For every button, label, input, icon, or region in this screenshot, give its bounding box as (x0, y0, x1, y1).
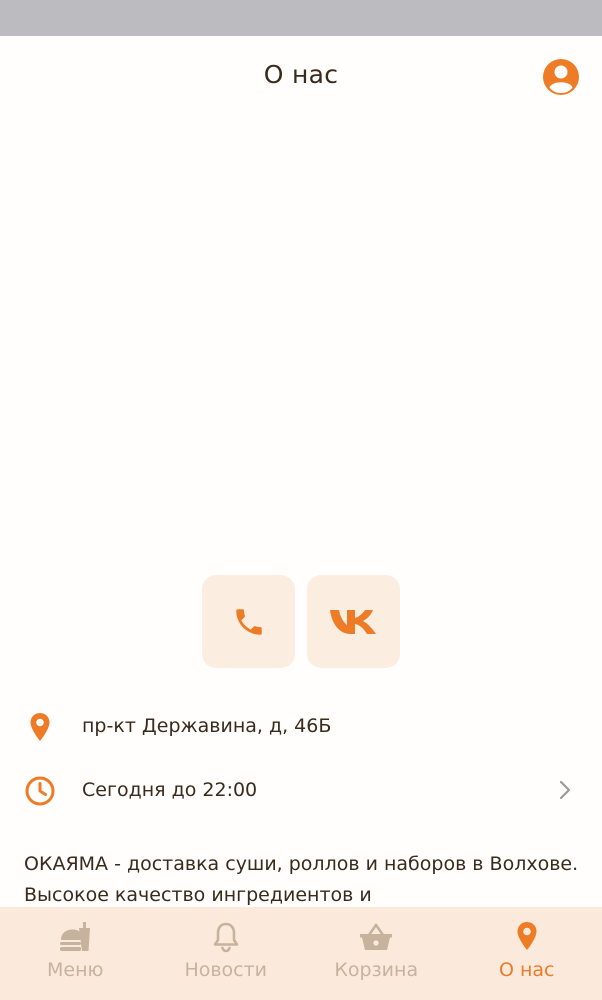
tab-about-label: О нас (498, 959, 555, 981)
tab-menu-label: Меню (47, 959, 104, 981)
clock-icon (25, 776, 55, 806)
vk-icon (329, 609, 376, 634)
hours-row[interactable]: Сегодня до 22:00 (0, 769, 602, 813)
address-row: пр-кт Державина, д, 46Б (0, 705, 602, 749)
basket-icon (360, 923, 393, 950)
profile-button[interactable] (542, 58, 580, 96)
tab-cart[interactable]: Корзина (301, 907, 452, 1000)
tab-menu[interactable]: Меню (0, 907, 151, 1000)
phone-icon (235, 608, 262, 635)
vk-button[interactable] (307, 575, 400, 668)
header: О нас (0, 36, 602, 116)
address-text: пр-кт Державина, д, 46Б (82, 715, 332, 737)
tab-news[interactable]: Новости (151, 907, 302, 1000)
tab-cart-label: Корзина (334, 959, 419, 981)
tab-news-label: Новости (184, 959, 268, 981)
user-circle-icon (543, 59, 579, 95)
bell-icon (213, 922, 239, 953)
call-button[interactable] (202, 575, 295, 668)
chevron-right-icon (559, 780, 571, 800)
page-title: О нас (263, 60, 339, 89)
location-pin-icon (517, 922, 537, 950)
tab-about[interactable]: О нас (452, 907, 602, 1000)
about-description: ОКАЯМА - доставка суши, роллов и наборов… (24, 853, 579, 906)
menu-food-icon (60, 922, 91, 951)
tab-bar: Меню Новости Корзина О нас (0, 907, 602, 1000)
status-bar (0, 0, 602, 36)
location-pin-icon (30, 713, 50, 741)
hours-text: Сегодня до 22:00 (82, 779, 258, 801)
